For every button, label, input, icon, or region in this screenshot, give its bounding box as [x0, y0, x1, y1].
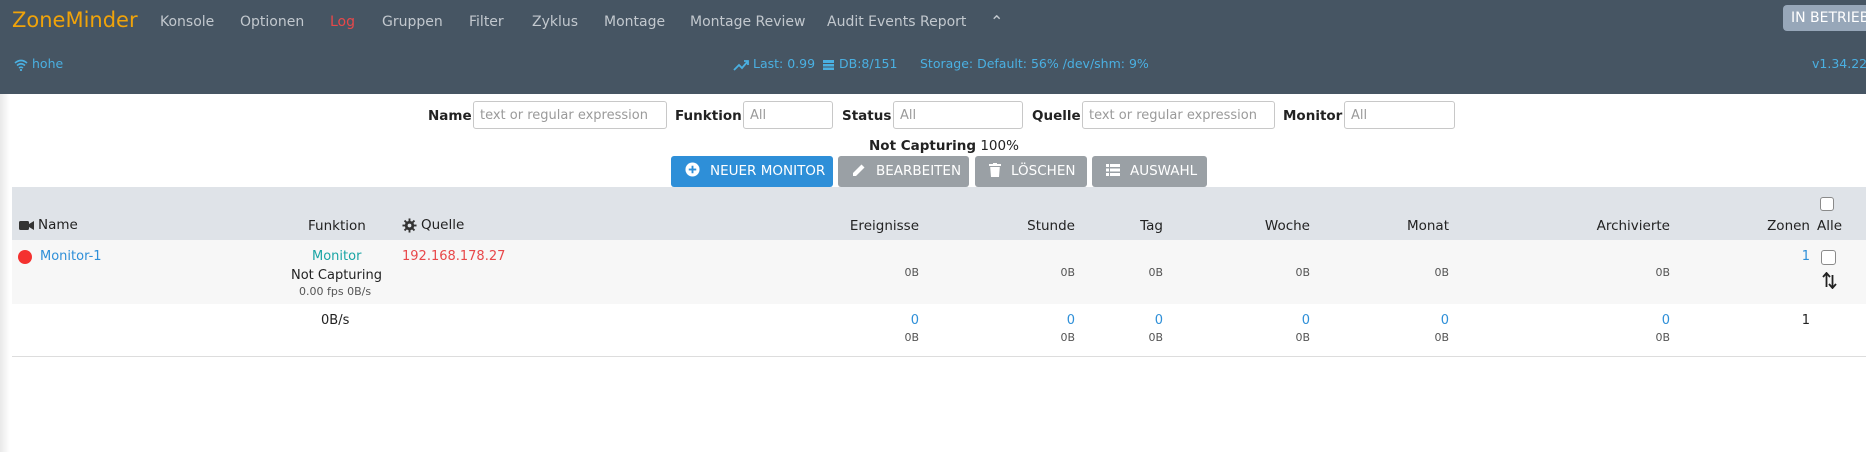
th-all: Alle [1817, 218, 1843, 234]
monitor-events-size: 0B [904, 266, 919, 279]
filter-monitor-label: Monitor [1283, 108, 1343, 124]
menu-filter[interactable]: Filter [469, 14, 504, 30]
total-archived-link[interactable]: 0 [1662, 313, 1670, 328]
th-source-label: Quelle [421, 217, 465, 233]
status-db: DB:8/151 [822, 56, 897, 71]
delete-button[interactable]: LÖSCHEN [975, 156, 1087, 187]
total-day-link[interactable]: 0 [1155, 313, 1163, 328]
status-host: hohe [14, 56, 63, 71]
filter-function-label: Funktion [675, 108, 742, 124]
new-monitor-label: NEUER MONITOR [710, 163, 826, 179]
trash-icon [989, 162, 1001, 177]
run-state-button[interactable]: IN BETRIEB [1783, 5, 1866, 31]
monitor-archived-size: 0B [1655, 266, 1670, 279]
filter-monitor-select[interactable] [1344, 101, 1455, 129]
menu-log[interactable]: Log [330, 14, 355, 30]
monitor-table-header [12, 187, 1866, 240]
select-label: AUSWAHL [1130, 163, 1198, 179]
th-events[interactable]: Ereignisse [850, 218, 919, 234]
th-week[interactable]: Woche [1265, 218, 1310, 234]
filter-status-select[interactable] [893, 101, 1023, 129]
wifi-icon [14, 59, 28, 71]
total-hour-size: 0B [1060, 331, 1075, 344]
total-zones: 1 [1801, 313, 1810, 328]
filter-name-label: Name [428, 108, 472, 124]
capture-status-label: Not Capturing [869, 138, 977, 154]
gear-icon [402, 217, 417, 233]
total-hour-link[interactable]: 0 [1067, 313, 1075, 328]
sort-arrows-icon[interactable] [1822, 272, 1837, 289]
capture-status: Not Capturing 100% [869, 138, 1019, 154]
collapse-caret-icon[interactable]: ⌃ [990, 12, 1003, 31]
filter-source-label: Quelle [1032, 108, 1081, 124]
version-label: v1.34.22 [1812, 56, 1866, 71]
total-month-link[interactable]: 0 [1441, 313, 1449, 328]
th-source[interactable]: Quelle [402, 217, 464, 233]
th-day[interactable]: Tag [1140, 218, 1163, 234]
th-hour[interactable]: Stunde [1027, 218, 1075, 234]
totals-row [12, 304, 1866, 357]
monitor-month-size: 0B [1434, 266, 1449, 279]
monitor-state: Not Capturing [291, 268, 382, 283]
monitor-source-link[interactable]: 192.168.178.27 [402, 249, 505, 264]
status-storage: Storage: Default: 56% /dev/shm: 9% [920, 56, 1149, 71]
brand-logo[interactable]: ZoneMinder [12, 8, 138, 32]
filter-source-input[interactable] [1082, 101, 1275, 129]
edit-button[interactable]: BEARBEITEN [838, 156, 969, 187]
list-icon [1106, 163, 1120, 176]
plus-circle-icon [685, 162, 700, 177]
top-navbar: ZoneMinder Konsole Optionen Log Gruppen … [0, 0, 1866, 94]
total-week-size: 0B [1295, 331, 1310, 344]
menu-montage[interactable]: Montage [604, 14, 665, 30]
menu-optionen[interactable]: Optionen [240, 14, 304, 30]
filter-status-label: Status [842, 108, 892, 124]
menu-audit-events-report[interactable]: Audit Events Report [827, 14, 966, 30]
th-name[interactable]: Name [19, 217, 78, 233]
monitor-hour-size: 0B [1060, 266, 1075, 279]
monitor-row-checkbox[interactable] [1821, 250, 1836, 265]
monitor-zones-link[interactable]: 1 [1802, 249, 1810, 264]
total-events-size: 0B [904, 331, 919, 344]
total-archived-size: 0B [1655, 331, 1670, 344]
load-text: Last: 0.99 [753, 56, 816, 71]
total-bandwidth: 0B/s [321, 313, 350, 328]
left-edge-shadow [0, 94, 10, 452]
menu-gruppen[interactable]: Gruppen [382, 14, 443, 30]
total-events-link[interactable]: 0 [911, 313, 919, 328]
select-button[interactable]: AUSWAHL [1092, 156, 1207, 187]
trending-up-icon [733, 59, 749, 71]
total-week-link[interactable]: 0 [1302, 313, 1310, 328]
delete-label: LÖSCHEN [1011, 163, 1076, 179]
video-camera-icon [19, 220, 34, 230]
filter-name-input[interactable] [473, 101, 667, 129]
edit-label: BEARBEITEN [876, 163, 962, 179]
host-text: hohe [32, 56, 64, 71]
database-icon [823, 59, 834, 70]
monitor-week-size: 0B [1295, 266, 1310, 279]
monitor-day-size: 0B [1148, 266, 1163, 279]
th-month[interactable]: Monat [1407, 218, 1449, 234]
filter-function-select[interactable] [743, 101, 833, 129]
menu-konsole[interactable]: Konsole [160, 14, 214, 30]
select-all-checkbox[interactable] [1820, 197, 1834, 211]
total-month-size: 0B [1434, 331, 1449, 344]
th-archived[interactable]: Archivierte [1597, 218, 1670, 234]
total-day-size: 0B [1148, 331, 1163, 344]
monitor-name-link[interactable]: Monitor-1 [40, 249, 102, 264]
status-load: Last: 0.99 [733, 56, 815, 71]
capture-status-value: 100% [980, 138, 1019, 154]
monitor-function-link[interactable]: Monitor [312, 249, 361, 264]
pencil-icon [853, 164, 865, 176]
menu-zyklus[interactable]: Zyklus [532, 14, 578, 30]
menu-montage-review[interactable]: Montage Review [690, 14, 806, 30]
th-zones[interactable]: Zonen [1767, 218, 1810, 234]
th-name-label: Name [38, 217, 78, 233]
th-function[interactable]: Funktion [308, 218, 366, 234]
status-dot-icon [18, 250, 32, 264]
db-text: DB:8/151 [839, 56, 898, 71]
new-monitor-button[interactable]: NEUER MONITOR [671, 156, 833, 187]
monitor-fps: 0.00 fps 0B/s [299, 285, 372, 298]
